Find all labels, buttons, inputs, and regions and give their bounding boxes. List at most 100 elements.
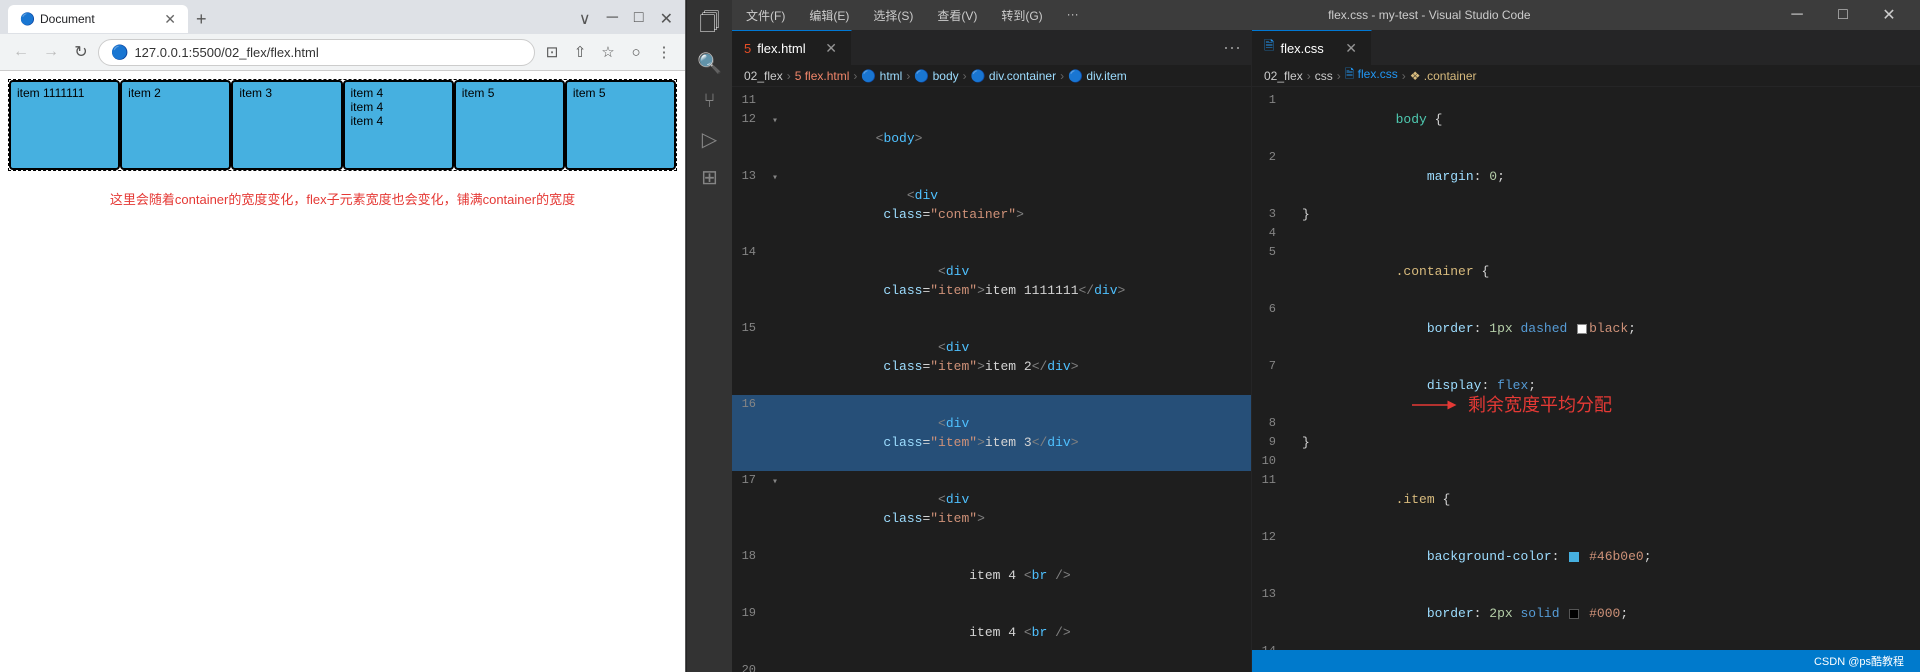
code-line-14: 14 <div class="item">item 1111111</div> bbox=[732, 243, 1251, 319]
window-close-button[interactable]: ✕ bbox=[1866, 0, 1912, 30]
breadcrumb-body-tag: 🔵 body bbox=[914, 69, 958, 83]
menu-more[interactable]: ··· bbox=[1061, 5, 1085, 26]
titlebar-menu: 文件(F) 编辑(E) 选择(S) 查看(V) 转到(G) ··· bbox=[740, 5, 1085, 26]
debug-icon[interactable]: ▷ bbox=[693, 122, 727, 156]
statusbar-credit: CSDN @ps酷教程 bbox=[1808, 653, 1910, 669]
flex-item-5: item 5 bbox=[454, 80, 565, 170]
menu-goto[interactable]: 转到(G) bbox=[995, 5, 1048, 26]
flex-item-1: item 1111111 bbox=[9, 80, 120, 170]
css-line-8: 8 bbox=[1252, 414, 1920, 433]
css-line-14: 14 border-radius: 4px; bbox=[1252, 642, 1920, 650]
browser-tabs: 🔵 Document ✕ + ∨ ─ □ ✕ bbox=[0, 0, 685, 34]
css-line-4: 4 bbox=[1252, 224, 1920, 243]
css-code-area[interactable]: 1 body { 2 margin: 0; 3 bbox=[1252, 87, 1920, 650]
new-tab-button[interactable]: + bbox=[188, 10, 215, 28]
back-button[interactable]: ← bbox=[8, 39, 34, 65]
menu-select[interactable]: 选择(S) bbox=[867, 5, 919, 26]
css-line-3: 3 } bbox=[1252, 205, 1920, 224]
code-line-11: 11 bbox=[732, 91, 1251, 110]
css-editor-breadcrumb: 02_flex › css › 🗎 flex.css › ❖ .containe… bbox=[1252, 65, 1920, 87]
search-icon[interactable]: 🔍 bbox=[693, 46, 727, 80]
css-editor-pane: 🗎 flex.css ✕ 02_flex › css › 🗎 flex.css … bbox=[1252, 30, 1920, 672]
flex-item-4: item 4 item 4 item 4 bbox=[343, 80, 454, 170]
profile-button[interactable]: ○ bbox=[623, 39, 649, 65]
html-editor-tabs: 5 flex.html ✕ ··· bbox=[732, 30, 1251, 65]
css-line-10: 10 bbox=[1252, 452, 1920, 471]
address-bar[interactable]: 🔵 127.0.0.1:5500/02_flex/flex.html bbox=[98, 39, 535, 66]
css-editor-tabs: 🗎 flex.css ✕ bbox=[1252, 30, 1920, 65]
css-breadcrumb-folder: 02_flex bbox=[1264, 69, 1303, 83]
breadcrumb-html-tag: 🔵 html bbox=[861, 69, 902, 83]
vscode-activity-bar: 🗍 🔍 ⑂ ▷ ⊞ bbox=[686, 0, 732, 672]
css-line-11: 11 .item { bbox=[1252, 471, 1920, 528]
css-line-13: 13 border: 2px solid #000; bbox=[1252, 585, 1920, 642]
browser-note: 这里会随着container的宽度变化，flex子元素宽度也会变化，铺满cont… bbox=[0, 179, 685, 218]
code-line-15: 15 <div class="item">item 2</div> bbox=[732, 319, 1251, 395]
vscode-main: 文件(F) 编辑(E) 选择(S) 查看(V) 转到(G) ··· flex.c… bbox=[732, 0, 1920, 672]
menu-file[interactable]: 文件(F) bbox=[740, 5, 791, 26]
code-line-16: 16 <div class="item">item 3</div> bbox=[732, 395, 1251, 471]
window-maximize-button[interactable]: □ bbox=[1820, 0, 1866, 30]
css-breadcrumb-css-folder: css bbox=[1315, 69, 1333, 83]
html-tab-close-button[interactable]: ✕ bbox=[823, 40, 839, 57]
browser-content: item 1111111 item 2 item 3 item 4 item 4… bbox=[0, 71, 685, 672]
menu-edit[interactable]: 编辑(E) bbox=[803, 5, 855, 26]
css-file-icon: 🗎 bbox=[1264, 37, 1274, 59]
css-breadcrumb-sep-1: › bbox=[1307, 69, 1311, 83]
css-tab[interactable]: 🗎 flex.css ✕ bbox=[1252, 30, 1372, 65]
css-line-1: 1 body { bbox=[1252, 91, 1920, 148]
more-button[interactable]: ⋮ bbox=[651, 39, 677, 65]
breadcrumb-container: 🔵 div.container bbox=[971, 69, 1056, 83]
browser-panel: 🔵 Document ✕ + ∨ ─ □ ✕ ← → ↻ 🔵 127.0.0.1… bbox=[0, 0, 686, 672]
browser-close-icon[interactable]: ✕ bbox=[660, 9, 673, 29]
css-breadcrumb-sep-3: › bbox=[1402, 69, 1406, 83]
browser-collapse-icon: ∨ bbox=[579, 9, 591, 29]
editor-overflow-menu[interactable]: ··· bbox=[1213, 37, 1251, 58]
share-button[interactable]: ⇧ bbox=[567, 39, 593, 65]
flex-demo-container: item 1111111 item 2 item 3 item 4 item 4… bbox=[8, 79, 677, 171]
explorer-icon[interactable]: 🗍 bbox=[693, 8, 727, 42]
secure-icon: 🔵 bbox=[111, 44, 128, 61]
tab-close-icon[interactable]: ✕ bbox=[164, 11, 176, 28]
breadcrumb-item: 🔵 div.item bbox=[1068, 69, 1127, 83]
browser-chrome: 🔵 Document ✕ + ∨ ─ □ ✕ ← → ↻ 🔵 127.0.0.1… bbox=[0, 0, 685, 71]
css-breadcrumb-sep-2: › bbox=[1337, 69, 1341, 83]
code-line-20: 20 item 4 <br /> bbox=[732, 661, 1251, 672]
css-breadcrumb-file: 🗎 flex.css bbox=[1345, 65, 1398, 86]
reload-button[interactable]: ↻ bbox=[68, 39, 94, 65]
css-line-6: 6 border: 1px dashed black; bbox=[1252, 300, 1920, 357]
browser-tab-title: Document bbox=[40, 12, 95, 26]
annotation-arrow bbox=[1412, 395, 1462, 415]
statusbar: CSDN @ps酷教程 bbox=[1252, 650, 1920, 672]
html-code-area[interactable]: 11 12 ▾ <body> 13 ▾ < bbox=[732, 87, 1251, 672]
css-annotation: 剩余宽度平均分配 bbox=[1412, 395, 1612, 415]
breadcrumb-sep-2: › bbox=[853, 69, 857, 83]
breadcrumb-sep-5: › bbox=[1060, 69, 1064, 83]
browser-tab-active[interactable]: 🔵 Document ✕ bbox=[8, 5, 188, 33]
vscode-titlebar: 文件(F) 编辑(E) 选择(S) 查看(V) 转到(G) ··· flex.c… bbox=[732, 0, 1920, 30]
flex-item-2: item 2 bbox=[120, 80, 231, 170]
menu-view[interactable]: 查看(V) bbox=[931, 5, 983, 26]
titlebar-title: flex.css - my-test - Visual Studio Code bbox=[1328, 8, 1531, 22]
html-editor-breadcrumb: 02_flex › 5 flex.html › 🔵 html › 🔵 body … bbox=[732, 65, 1251, 87]
vscode-editor-area: 5 flex.html ✕ ··· 02_flex › 5 flex.html … bbox=[732, 30, 1920, 672]
html-tab[interactable]: 5 flex.html ✕ bbox=[732, 30, 852, 65]
browser-minimize-icon[interactable]: ─ bbox=[607, 9, 618, 29]
breadcrumb-sep-1: › bbox=[787, 69, 791, 83]
git-icon[interactable]: ⑂ bbox=[693, 84, 727, 118]
extensions-icon[interactable]: ⊞ bbox=[693, 160, 727, 194]
tab-favicon-icon: 🔵 bbox=[20, 12, 34, 26]
code-line-12: 12 ▾ <body> bbox=[732, 110, 1251, 167]
forward-button[interactable]: → bbox=[38, 39, 64, 65]
window-minimize-button[interactable]: ─ bbox=[1774, 0, 1820, 30]
breadcrumb-folder: 02_flex bbox=[744, 69, 783, 83]
css-breadcrumb-selector: ❖ .container bbox=[1410, 69, 1477, 83]
html-editor-pane: 5 flex.html ✕ ··· 02_flex › 5 flex.html … bbox=[732, 30, 1252, 672]
flex-item-3: item 3 bbox=[231, 80, 342, 170]
css-tab-close-button[interactable]: ✕ bbox=[1343, 40, 1359, 57]
bookmark-button[interactable]: ☆ bbox=[595, 39, 621, 65]
code-line-17: 17 ▾ <div class="item"> bbox=[732, 471, 1251, 547]
browser-maximize-icon[interactable]: □ bbox=[634, 9, 644, 29]
cast-button[interactable]: ⊡ bbox=[539, 39, 565, 65]
breadcrumb-sep-4: › bbox=[963, 69, 967, 83]
